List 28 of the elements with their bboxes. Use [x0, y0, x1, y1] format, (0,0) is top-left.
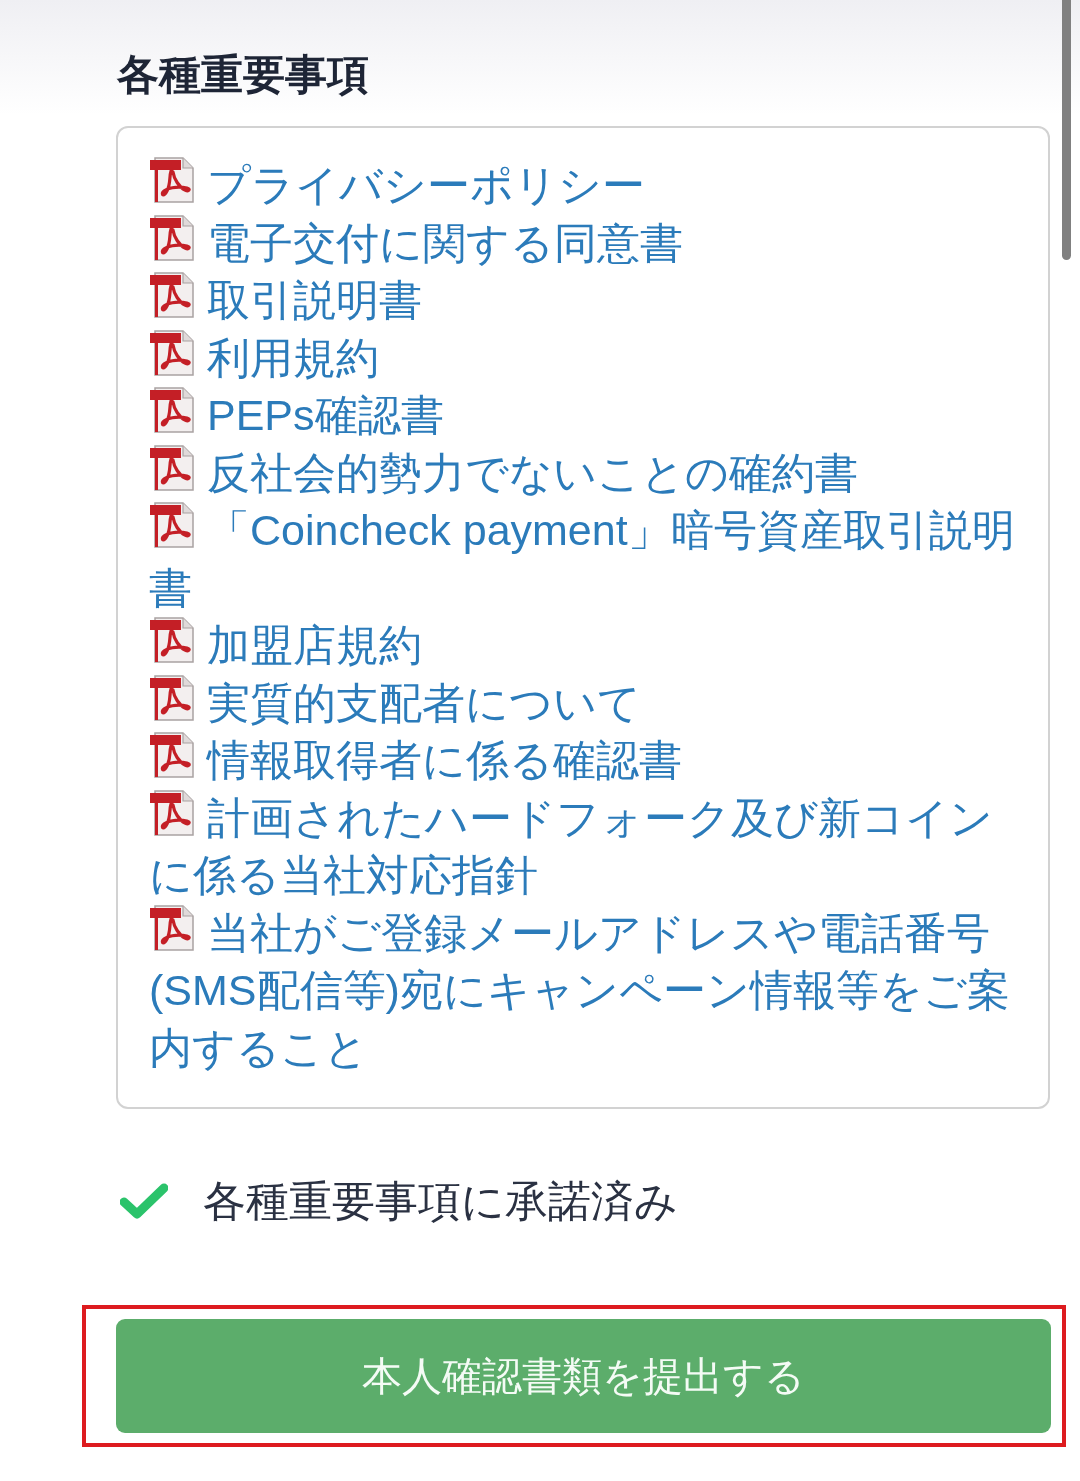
pdf-file-icon: [149, 617, 195, 663]
pdf-file-icon: [149, 789, 195, 836]
document-link[interactable]: 反社会的勢力でないことの確約書: [149, 444, 1018, 502]
document-link[interactable]: プライバシーポリシー: [149, 157, 1018, 215]
document-link[interactable]: 「Coincheck payment」暗号資産取引説明書: [149, 502, 1018, 617]
scrollbar-thumb[interactable]: [1062, 0, 1071, 260]
pdf-file-icon: [149, 502, 195, 548]
pdf-file-icon: [149, 272, 195, 318]
document-link[interactable]: 当社がご登録メールアドレスや電話番号(SMS配信等)宛にキャンペーン情報等をご案内すること: [149, 904, 1018, 1077]
pdf-file-icon: [149, 329, 195, 376]
document-link[interactable]: 情報取得者に係る確認書: [149, 732, 1018, 790]
document-link[interactable]: 実質的支配者について: [149, 674, 1018, 732]
pdf-file-icon: [149, 157, 195, 203]
pdf-file-icon: [149, 214, 195, 261]
pdf-file-icon: [149, 444, 195, 491]
pdf-file-icon: [149, 387, 195, 433]
document-link[interactable]: PEPs確認書: [149, 387, 1018, 445]
submit-documents-button[interactable]: 本人確認書類を提出する: [116, 1319, 1051, 1433]
section-heading: 各種重要事項: [117, 50, 370, 100]
document-link[interactable]: 電子交付に関する同意書: [149, 214, 1018, 272]
document-link[interactable]: 利用規約: [149, 329, 1018, 387]
pdf-file-icon: [149, 674, 195, 721]
pdf-file-icon: [149, 904, 195, 951]
document-link[interactable]: 取引説明書: [149, 272, 1018, 330]
document-link[interactable]: 加盟店規約: [149, 617, 1018, 675]
agreement-status-text: 各種重要事項に承諾済み: [203, 1176, 678, 1226]
pdf-file-icon: [149, 732, 195, 778]
document-link[interactable]: 計画されたハードフォーク及び新コインに係る当社対応指針: [149, 789, 1018, 905]
